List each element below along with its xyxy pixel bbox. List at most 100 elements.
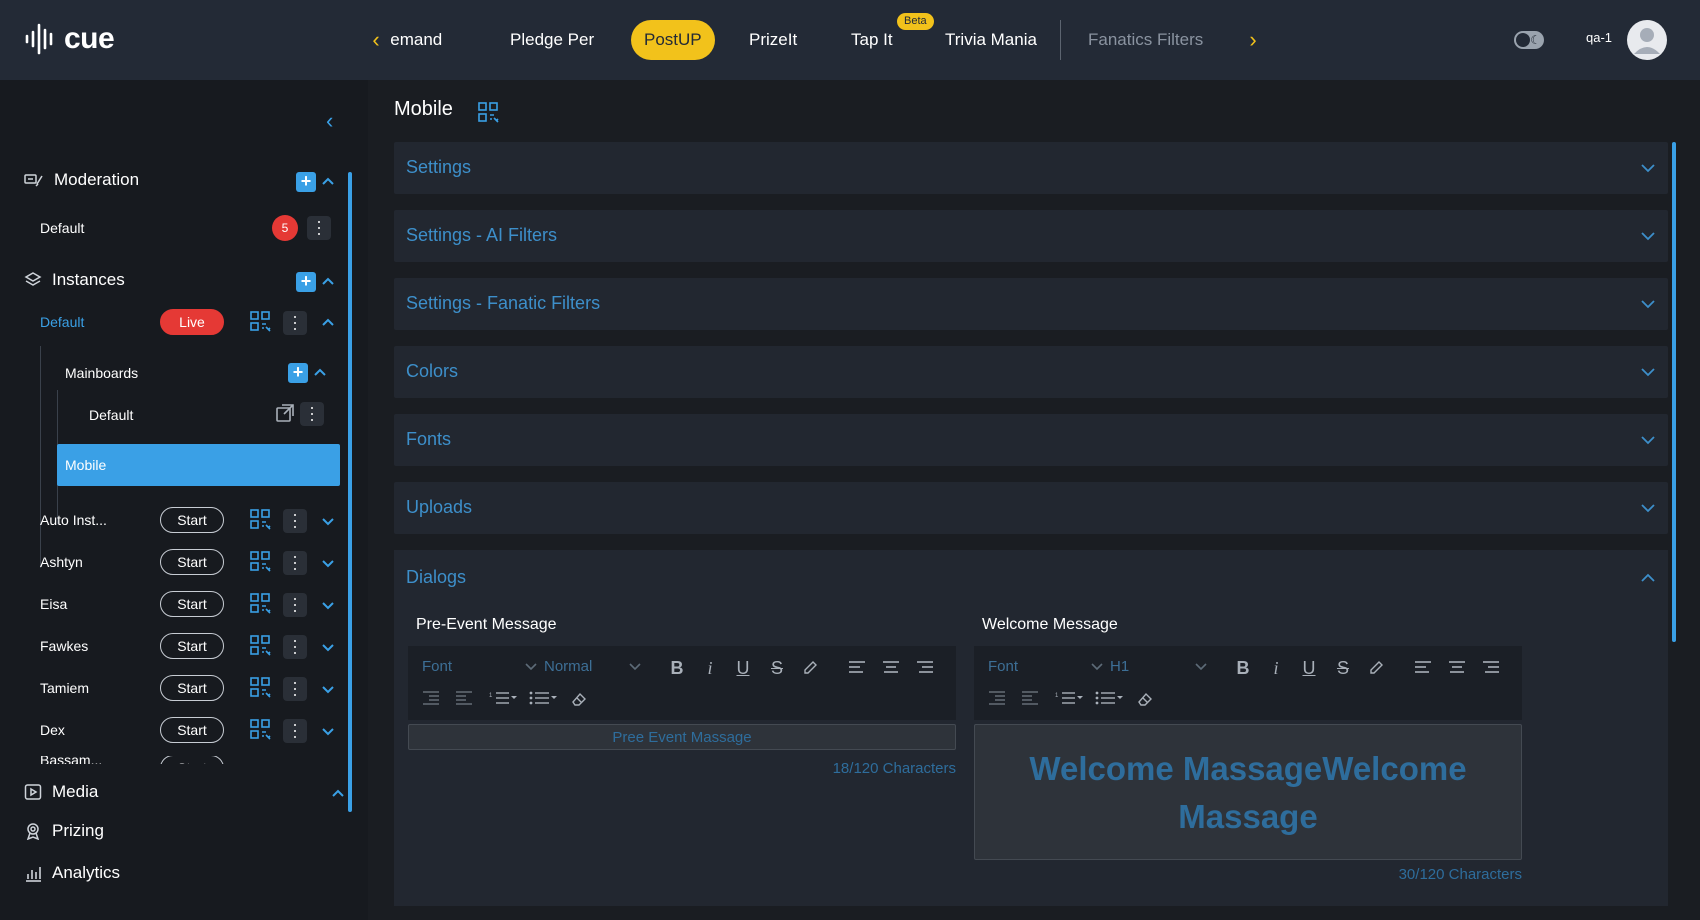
moderation-default-more-icon[interactable] <box>307 216 331 240</box>
instance-expand-chevron-icon[interactable] <box>320 597 336 613</box>
add-instance-button[interactable]: + <box>296 272 316 292</box>
instance-more-icon[interactable] <box>283 635 307 659</box>
align-left-icon[interactable] <box>1412 657 1434 679</box>
font-family-select[interactable]: Font <box>988 658 1103 675</box>
nav-prizing[interactable]: Prizing <box>24 821 104 841</box>
font-size-select[interactable]: H1 <box>1110 658 1207 675</box>
qr-code-icon[interactable] <box>250 719 272 741</box>
instance-more-icon[interactable] <box>283 677 307 701</box>
media-collapse-chevron-icon[interactable] <box>330 786 346 802</box>
pre-event-editor[interactable]: Pree Event Massage <box>408 724 956 750</box>
instance-item[interactable]: Dex <box>40 722 65 738</box>
align-left-icon[interactable] <box>846 657 868 679</box>
start-button[interactable]: Start <box>160 633 224 659</box>
instance-expand-chevron-icon[interactable] <box>320 639 336 655</box>
bullet-list-icon[interactable] <box>528 688 558 710</box>
tab-prizeit[interactable]: PrizeIt <box>749 20 797 60</box>
app-logo[interactable]: cue <box>24 22 115 56</box>
clear-format-eraser-icon[interactable] <box>568 688 590 710</box>
instances-header[interactable]: Instances <box>24 270 125 290</box>
outdent-icon[interactable] <box>986 688 1008 710</box>
start-button[interactable]: Start <box>160 591 224 617</box>
highlight-icon[interactable] <box>799 657 821 679</box>
instance-item[interactable]: Fawkes <box>40 638 88 654</box>
mainboard-default-item[interactable]: Default <box>89 407 133 423</box>
accordion-settings[interactable]: Settings <box>394 142 1668 194</box>
instance-default-collapse-chevron-icon[interactable] <box>320 315 336 331</box>
bullet-list-icon[interactable] <box>1094 688 1124 710</box>
instance-default-more-icon[interactable] <box>283 311 307 335</box>
add-moderation-button[interactable]: + <box>296 172 316 192</box>
moderation-header[interactable]: Moderation <box>24 170 139 190</box>
align-center-icon[interactable] <box>1446 657 1468 679</box>
tabs-prev-arrow-icon[interactable]: ‹ <box>364 26 388 54</box>
strikethrough-icon[interactable]: S <box>766 657 788 679</box>
instances-collapse-chevron-icon[interactable] <box>320 274 336 290</box>
qr-code-icon[interactable] <box>250 311 272 333</box>
tab-demand[interactable]: Demand <box>390 20 442 60</box>
tab-fanatics-filters[interactable]: Fanatics Filters <box>1088 20 1203 60</box>
qr-code-icon[interactable] <box>250 551 272 573</box>
start-button[interactable]: Start <box>160 756 224 764</box>
bold-icon[interactable]: B <box>666 657 688 679</box>
align-right-icon[interactable] <box>1480 657 1502 679</box>
instance-item[interactable]: Tamiem <box>40 680 89 696</box>
start-button[interactable]: Start <box>160 507 224 533</box>
instance-more-icon[interactable] <box>283 551 307 575</box>
nav-analytics[interactable]: Analytics <box>24 863 120 883</box>
instance-expand-chevron-icon[interactable] <box>320 681 336 697</box>
accordion-label[interactable]: Dialogs <box>406 567 466 588</box>
indent-icon[interactable] <box>453 688 475 710</box>
mainboard-default-more-icon[interactable] <box>300 402 324 426</box>
instance-default-item[interactable]: Default <box>40 314 84 330</box>
start-button[interactable]: Start <box>160 717 224 743</box>
underline-icon[interactable]: U <box>732 657 754 679</box>
accordion-uploads[interactable]: Uploads <box>394 482 1668 534</box>
nav-media[interactable]: Media <box>24 782 98 802</box>
align-center-icon[interactable] <box>880 657 902 679</box>
italic-icon[interactable]: i <box>699 657 721 679</box>
mobile-item-selected[interactable]: Mobile <box>57 444 340 486</box>
instance-more-icon[interactable] <box>283 719 307 743</box>
accordion-settings-fanatic-filters[interactable]: Settings - Fanatic Filters <box>394 278 1668 330</box>
tab-tap-it[interactable]: Tap It Beta <box>851 13 934 60</box>
font-family-select[interactable]: Font <box>422 658 537 675</box>
page-qr-code-icon[interactable] <box>478 102 500 129</box>
avatar[interactable] <box>1627 20 1667 60</box>
instance-more-icon[interactable] <box>283 593 307 617</box>
mainboards-item[interactable]: Mainboards <box>65 365 138 381</box>
instance-expand-chevron-icon[interactable] <box>320 723 336 739</box>
tab-pledge-per[interactable]: Pledge Per <box>510 20 594 60</box>
qr-code-icon[interactable] <box>250 677 272 699</box>
qr-code-icon[interactable] <box>250 635 272 657</box>
instance-item[interactable]: Ashtyn <box>40 554 83 570</box>
accordion-colors[interactable]: Colors <box>394 346 1668 398</box>
tab-postup[interactable]: PostUP <box>631 20 715 60</box>
instance-expand-chevron-icon[interactable] <box>320 555 336 571</box>
instance-more-icon[interactable] <box>283 509 307 533</box>
accordion-fonts[interactable]: Fonts <box>394 414 1668 466</box>
tabs-next-arrow-icon[interactable]: › <box>1241 26 1265 54</box>
underline-icon[interactable]: U <box>1298 657 1320 679</box>
start-button[interactable]: Start <box>160 549 224 575</box>
instance-expand-chevron-icon[interactable] <box>320 513 336 529</box>
sidebar-scrollbar[interactable] <box>348 172 352 812</box>
ordered-list-icon[interactable]: 1 <box>1054 688 1084 710</box>
add-mainboard-button[interactable]: + <box>288 363 308 383</box>
indent-icon[interactable] <box>1019 688 1041 710</box>
outdent-icon[interactable] <box>420 688 442 710</box>
qr-code-icon[interactable] <box>250 509 272 531</box>
moderation-default-item[interactable]: Default <box>40 220 84 236</box>
theme-toggle[interactable]: ☾ <box>1514 31 1544 49</box>
clear-format-eraser-icon[interactable] <box>1134 688 1156 710</box>
highlight-icon[interactable] <box>1365 657 1387 679</box>
tab-trivia-mania[interactable]: Trivia Mania <box>945 20 1037 60</box>
mainboards-collapse-chevron-icon[interactable] <box>312 365 328 381</box>
strikethrough-icon[interactable]: S <box>1332 657 1354 679</box>
moderation-collapse-chevron-icon[interactable] <box>320 174 336 190</box>
start-button[interactable]: Start <box>160 675 224 701</box>
live-status-badge[interactable]: Live <box>160 309 224 335</box>
chevron-up-icon[interactable] <box>1640 570 1656 591</box>
collapse-sidebar-icon[interactable]: ‹ <box>326 108 333 134</box>
qr-code-icon[interactable] <box>250 593 272 615</box>
